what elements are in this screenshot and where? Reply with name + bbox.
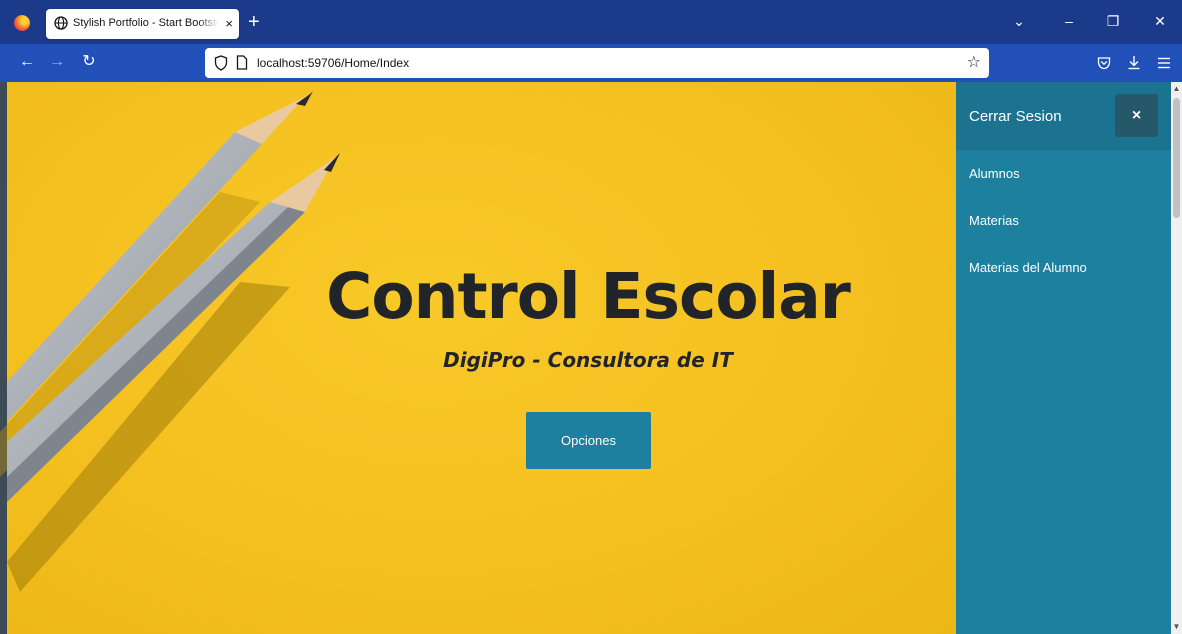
new-tab-button[interactable]: + (248, 11, 260, 33)
sidebar-close-button[interactable]: × (1115, 94, 1158, 137)
browser-nav-bar: ← → ↻ localhost:59706/Home/Index ☆ (0, 44, 1182, 82)
bookmark-star-icon[interactable]: ☆ (967, 53, 981, 73)
sidebar-header: Cerrar Sesion × (956, 82, 1171, 150)
globe-icon (54, 16, 68, 30)
browser-tab-bar: Stylish Portfolio - Start Bootstrap Them… (0, 0, 1182, 44)
forward-icon[interactable]: → (46, 52, 68, 72)
tab-close-button[interactable]: × (225, 15, 233, 33)
page-icon[interactable] (236, 55, 248, 70)
scroll-down-icon[interactable]: ▼ (1171, 622, 1182, 632)
sidebar-item-materias-alumno[interactable]: Materias del Alumno (969, 260, 1087, 275)
list-all-tabs-button[interactable]: ⌄ (1007, 10, 1031, 32)
scroll-up-icon[interactable]: ▲ (1171, 84, 1182, 94)
page-viewport: Control Escolar DigiPro - Consultora de … (0, 82, 1182, 634)
reload-icon[interactable]: ↻ (78, 52, 100, 72)
window-close-button[interactable]: ✕ (1148, 10, 1172, 32)
options-button[interactable]: Opciones (526, 412, 651, 469)
browser-tab[interactable]: Stylish Portfolio - Start Bootstrap Them… (46, 9, 239, 39)
sidebar-nav: Cerrar Sesion × Alumnos Materias Materia… (956, 82, 1171, 634)
sidebar-item-materias[interactable]: Materias (969, 213, 1019, 228)
menu-icon[interactable] (1157, 57, 1171, 69)
firefox-icon[interactable] (14, 15, 30, 31)
pocket-icon[interactable] (1097, 56, 1111, 70)
tab-title: Stylish Portfolio - Start Bootstrap Them… (73, 17, 219, 29)
logout-link[interactable]: Cerrar Sesion (969, 108, 1062, 125)
address-bar[interactable]: localhost:59706/Home/Index ☆ (205, 48, 989, 78)
back-icon[interactable]: ← (16, 52, 38, 72)
download-icon[interactable] (1127, 55, 1141, 70)
page-scrollbar[interactable]: ▲ ▼ (1171, 82, 1182, 634)
url-text[interactable]: localhost:59706/Home/Index (257, 56, 409, 70)
scrollbar-thumb[interactable] (1173, 98, 1180, 218)
shield-icon[interactable] (214, 55, 228, 71)
restore-button[interactable]: ❐ (1101, 10, 1125, 32)
sidebar-item-alumnos[interactable]: Alumnos (969, 166, 1020, 181)
minimize-button[interactable]: – (1057, 10, 1081, 32)
